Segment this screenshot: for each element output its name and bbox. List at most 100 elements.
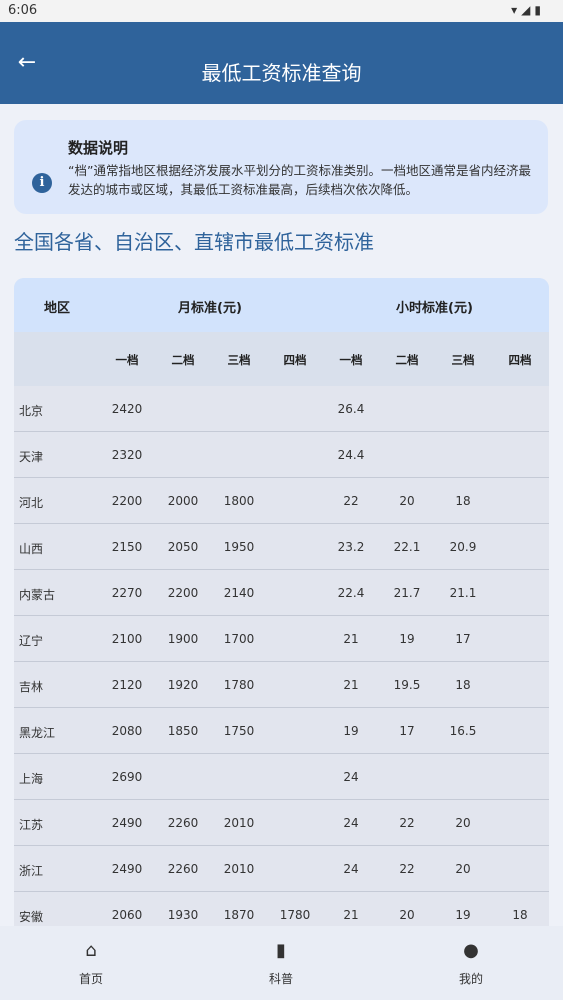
table-cell: 19.5	[393, 678, 421, 692]
table-cell: 2140	[223, 586, 255, 600]
note-title: 数据说明	[68, 139, 129, 157]
table-cell: 2420	[111, 402, 143, 416]
table-cell: 22	[399, 816, 415, 830]
region-name: 北京	[19, 404, 44, 418]
bottom-navigation: ⌂ 首页 ▮ 科普 ● 我的	[0, 926, 563, 1000]
table-cell: 2200	[167, 586, 199, 600]
section-title: 全国各省、自治区、直辖市最低工资标准	[14, 230, 374, 254]
home-icon: ⌂	[85, 940, 97, 961]
app-bar: ← 最低工资标准查询	[0, 22, 563, 104]
page-title: 最低工资标准查询	[201, 61, 362, 85]
wage-table: 地区 月标准(元) 小时标准(元) 一档 二档 三档 四档 一档 二档 三档 四…	[14, 278, 549, 926]
table-cell: 1750	[223, 724, 255, 738]
table-cell: 2490	[111, 862, 143, 876]
main-content[interactable]: i 数据说明 “档”通常指地区根据经济发展水平划分的工资标准类别。一档地区通常是…	[0, 104, 563, 926]
tier-header: 一档	[339, 353, 363, 367]
table-cell: 20	[455, 816, 471, 830]
table-header-primary: 地区 月标准(元) 小时标准(元)	[14, 278, 549, 332]
table-cell: 1850	[167, 724, 199, 738]
nav-science[interactable]: ▮ 科普	[241, 940, 321, 987]
table-cell: 1780	[223, 678, 255, 692]
table-cell: 2260	[167, 816, 199, 830]
table-cell: 2050	[167, 540, 199, 554]
table-row: 浙江 2490 2260 2010 24 22 20	[14, 846, 549, 892]
nav-label: 我的	[458, 972, 483, 986]
region-name: 上海	[19, 772, 44, 786]
status-bar: 6:06 ▾ ◢ ▮	[0, 0, 563, 22]
table-row: 天津 2320 24.4	[14, 432, 549, 478]
nav-home[interactable]: ⌂ 首页	[51, 940, 131, 987]
tier-header: 四档	[508, 353, 532, 367]
table-cell: 22	[399, 862, 415, 876]
table-cell: 2320	[111, 448, 143, 462]
wifi-icon: ▾	[511, 3, 518, 17]
table-cell: 20.9	[449, 540, 477, 554]
table-cell: 2120	[111, 678, 143, 692]
table-cell: 21	[343, 908, 359, 922]
table-cell: 20	[399, 494, 415, 508]
table-header-tiers: 一档 二档 三档 四档 一档 二档 三档 四档	[14, 332, 549, 386]
table-cell: 16.5	[449, 724, 477, 738]
table-cell: 2010	[223, 862, 255, 876]
table-cell: 1800	[223, 494, 255, 508]
table-cell: 2490	[111, 816, 143, 830]
table-cell: 18	[455, 494, 471, 508]
table-row: 内蒙古 2270 2200 2140 22.4 21.7 21.1	[14, 570, 549, 616]
header-hour: 小时标准(元)	[396, 301, 473, 316]
table-cell: 1780	[279, 908, 311, 922]
table-cell: 22	[343, 494, 359, 508]
nav-mine[interactable]: ● 我的	[431, 940, 511, 987]
table-cell: 1930	[167, 908, 199, 922]
table-cell: 19	[343, 724, 359, 738]
person-icon: ●	[463, 940, 479, 961]
header-region: 地区	[44, 301, 71, 316]
table-cell: 20	[455, 862, 471, 876]
table-row: 河北 2200 2000 1800 22 20 18	[14, 478, 549, 524]
region-name: 安徽	[19, 910, 44, 924]
table-cell: 2000	[167, 494, 199, 508]
nav-label: 科普	[268, 972, 293, 986]
region-name: 山西	[19, 542, 44, 556]
region-name: 河北	[19, 496, 44, 510]
tier-header: 二档	[171, 353, 195, 367]
table-cell: 1950	[223, 540, 255, 554]
table-cell: 24	[343, 770, 359, 784]
table-row: 上海 2690 24	[14, 754, 549, 800]
table-cell: 18	[455, 678, 471, 692]
table-cell: 2150	[111, 540, 143, 554]
signal-icon: ◢	[521, 3, 531, 17]
table-cell: 19	[399, 632, 415, 646]
table-cell: 21	[343, 632, 359, 646]
table-cell: 2690	[111, 770, 143, 784]
region-name: 天津	[19, 450, 44, 464]
table-row: 黑龙江 2080 1850 1750 19 17 16.5	[14, 708, 549, 754]
table-row: 江苏 2490 2260 2010 24 22 20	[14, 800, 549, 846]
header-month: 月标准(元)	[178, 301, 242, 316]
table-cell: 22.1	[393, 540, 421, 554]
tier-header: 三档	[451, 353, 475, 367]
region-name: 吉林	[19, 680, 44, 694]
table-cell: 1900	[167, 632, 199, 646]
book-icon: ▮	[276, 940, 286, 961]
table-cell: 21.1	[449, 586, 477, 600]
table-cell: 23.2	[337, 540, 365, 554]
nav-label: 首页	[78, 972, 103, 986]
region-name: 内蒙古	[19, 588, 56, 602]
table-cell: 18	[512, 908, 528, 922]
table-cell: 17	[455, 632, 471, 646]
region-name: 黑龙江	[19, 726, 56, 740]
tier-header: 一档	[115, 353, 139, 367]
status-time: 6:06	[8, 3, 38, 18]
tier-header: 四档	[283, 353, 307, 367]
table-row: 辽宁 2100 1900 1700 21 19 17	[14, 616, 549, 662]
data-note-card: i 数据说明 “档”通常指地区根据经济发展水平划分的工资标准类别。一档地区通常是…	[14, 120, 548, 214]
region-name: 浙江	[19, 864, 44, 878]
table-cell: 19	[455, 908, 471, 922]
table-cell: 2010	[223, 816, 255, 830]
table-cell: 24	[343, 862, 359, 876]
region-name: 江苏	[19, 818, 44, 832]
region-name: 辽宁	[19, 634, 44, 648]
table-row: 北京 2420 26.4	[14, 386, 549, 432]
table-cell: 2080	[111, 724, 143, 738]
table-cell: 2260	[167, 862, 199, 876]
